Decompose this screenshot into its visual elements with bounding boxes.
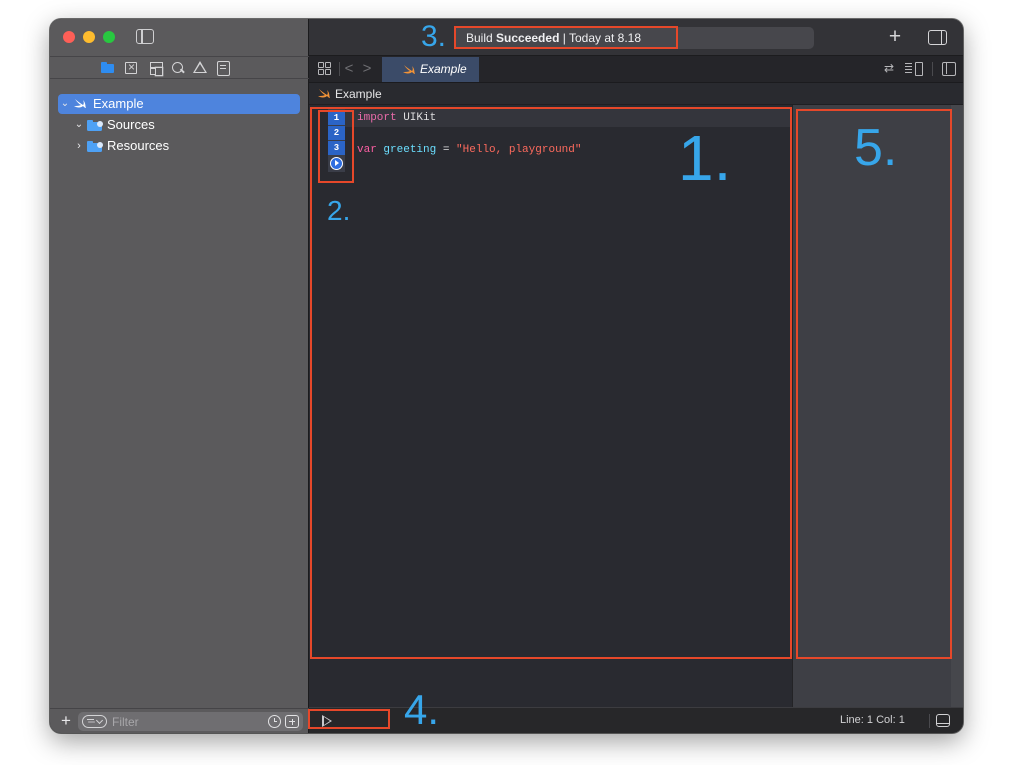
zoom-window-button[interactable] (103, 31, 115, 43)
swap-icon[interactable]: ⇄ (884, 62, 898, 75)
editor-tab-bar: < > Example ⇄ (309, 56, 963, 83)
tree-item-resources[interactable]: › Resources (58, 136, 300, 156)
find-navigator-search-icon[interactable] (170, 60, 186, 76)
divider (932, 62, 933, 76)
source-control-navigator-icon[interactable] (123, 59, 139, 76)
swift-icon (318, 89, 330, 98)
annotation-box-3 (454, 26, 678, 49)
close-window-button[interactable] (63, 31, 75, 43)
related-items-grid-icon[interactable] (318, 62, 331, 75)
library-add-button[interactable]: + (883, 26, 907, 48)
add-editor-icon[interactable] (942, 62, 956, 76)
annotation-number-2: 2. (327, 195, 351, 226)
tree-item-label: Resources (107, 138, 170, 153)
console-toggle-icon[interactable] (936, 714, 950, 727)
divider (929, 714, 930, 728)
minimize-window-button[interactable] (83, 31, 95, 43)
tree-item-example[interactable]: ⌄ Example (58, 94, 300, 114)
swift-icon (74, 99, 86, 108)
chevron-right-icon[interactable]: › (74, 136, 84, 156)
filter-field[interactable] (78, 712, 303, 731)
symbol-navigator-icon[interactable] (148, 60, 164, 76)
report-navigator-icon[interactable] (215, 60, 231, 76)
inspector-toggle-icon[interactable] (928, 30, 947, 45)
navigator-sidebar: ⌄ Example ⌄ Sources › Resources + (50, 19, 309, 733)
annotation-number-3: 3. (421, 20, 447, 53)
cursor-position: Line: 1 Col: 1 (840, 714, 905, 726)
sidebar-toggle-icon[interactable] (136, 29, 154, 44)
tab-label: Example (420, 62, 467, 76)
annotation-number-4: 4. (404, 686, 440, 733)
add-file-button[interactable]: + (59, 711, 73, 730)
filter-input[interactable] (112, 712, 252, 731)
divider (339, 62, 340, 76)
jump-bar: Example (309, 83, 963, 105)
tree-item-label: Example (93, 96, 144, 111)
editor-options-icon[interactable] (905, 62, 923, 76)
chevron-down-icon[interactable]: ⌄ (60, 94, 70, 114)
results-scrollbar[interactable] (951, 105, 963, 707)
swift-icon (403, 65, 415, 74)
navigator-tab-bar (50, 56, 309, 79)
show-modified-files-icon[interactable] (285, 715, 299, 728)
annotation-box-2 (318, 110, 354, 183)
tree-item-label: Sources (107, 117, 155, 132)
folder-badge-icon (97, 142, 103, 148)
annotation-box-4 (308, 709, 390, 729)
breadcrumb[interactable]: Example (335, 83, 382, 105)
annotation-number-5: 5. (854, 119, 898, 177)
folder-badge-icon (97, 121, 103, 127)
issue-navigator-warning-icon[interactable] (192, 60, 208, 76)
recent-files-clock-icon[interactable] (268, 715, 281, 728)
filter-options-icon[interactable] (82, 715, 107, 728)
annotation-number-1: 1. (678, 122, 732, 194)
chevron-down-icon[interactable]: ⌄ (74, 115, 84, 135)
back-button[interactable]: < (343, 59, 355, 79)
annotation-box-5 (796, 109, 952, 659)
tree-item-sources[interactable]: ⌄ Sources (58, 115, 300, 135)
project-navigator-folder-icon[interactable] (100, 60, 116, 76)
tab-example[interactable]: Example (382, 57, 479, 82)
navigator-footer: + (50, 708, 309, 733)
forward-button[interactable]: > (361, 59, 373, 79)
